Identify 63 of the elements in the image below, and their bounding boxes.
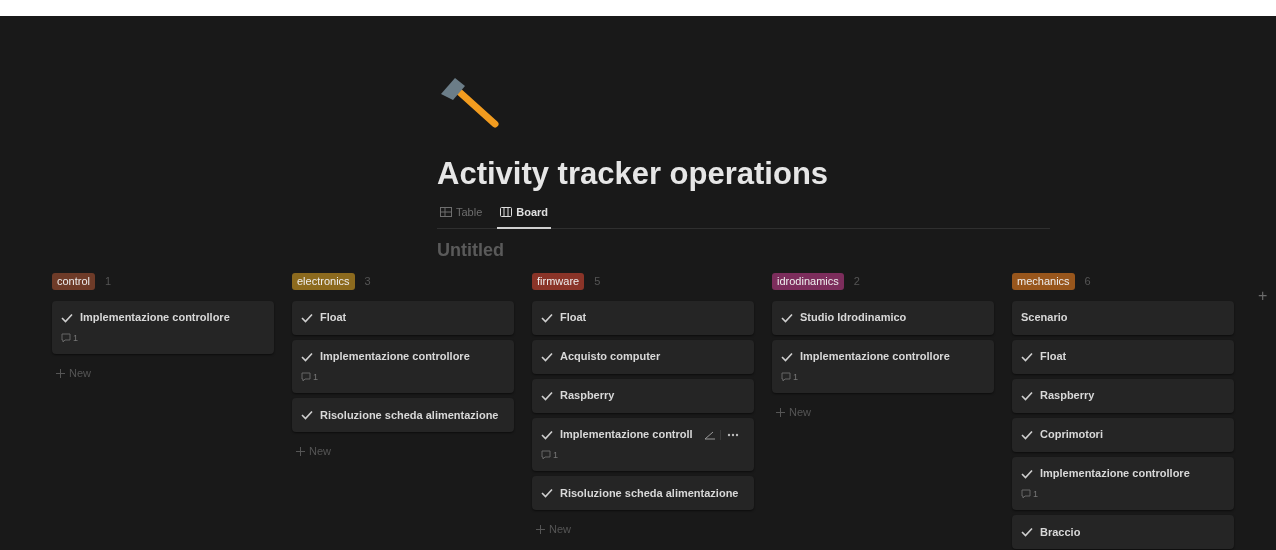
group-count: 2: [853, 274, 860, 290]
comment-count: 1: [73, 331, 78, 345]
comment-count: 1: [313, 370, 318, 384]
group-tag: electronics: [292, 273, 355, 290]
task-card[interactable]: Float: [1012, 339, 1234, 374]
card-title: Risoluzione scheda alimentazione: [320, 407, 499, 423]
group-count: 1: [105, 274, 112, 290]
card-title: Float: [560, 310, 587, 326]
view-tab[interactable]: Table: [437, 198, 486, 229]
card-title: Studio Idrodinamico: [800, 310, 907, 326]
card-title: Implementazione controllore: [80, 310, 230, 326]
card-title: Float: [1040, 349, 1067, 365]
group-count: 5: [594, 274, 601, 290]
task-card[interactable]: Implementazione controllore 1: [52, 300, 274, 354]
task-card[interactable]: Raspberry: [1012, 378, 1234, 413]
card-title: Implementazione controll: [560, 427, 693, 443]
group-tag: idrodinamics: [772, 273, 844, 290]
card-title: Implementazione controllore: [800, 349, 950, 365]
task-card[interactable]: Braccio: [1012, 515, 1234, 549]
view-tab[interactable]: Board: [497, 198, 552, 229]
group-tag: mechanics: [1012, 273, 1075, 290]
task-card[interactable]: Studio Idrodinamico: [772, 300, 994, 335]
task-card[interactable]: Risoluzione scheda alimentazione: [292, 398, 514, 432]
card-title: Acquisto computer: [560, 349, 661, 365]
page-title: Activity tracker operations: [437, 155, 830, 193]
comment-count: 1: [1033, 487, 1038, 501]
task-card[interactable]: Implementazione controll 1: [532, 417, 754, 471]
comment-icon: [781, 372, 791, 383]
task-card[interactable]: Acquisto computer: [532, 339, 754, 374]
plus-icon: [536, 524, 545, 534]
task-card[interactable]: Raspberry: [532, 378, 754, 413]
plus-icon: [776, 407, 785, 417]
card-title: Raspberry: [1040, 388, 1095, 404]
task-card[interactable]: Implementazione controllore 1: [292, 339, 514, 393]
task-card[interactable]: Risoluzione scheda alimentazione: [532, 476, 754, 510]
card-title: Risoluzione scheda alimentazione: [560, 485, 739, 501]
task-card[interactable]: Implementazione controllore 1: [1012, 456, 1234, 510]
comment-icon: [1021, 489, 1031, 500]
comment-icon: [61, 333, 71, 344]
card-title: Coprimotori: [1040, 427, 1103, 443]
group-tag: control: [52, 273, 96, 290]
board-title: Untitled: [437, 238, 505, 262]
comment-count: 1: [553, 448, 558, 462]
task-card[interactable]: Implementazione controllore 1: [772, 339, 994, 393]
plus-icon: [296, 446, 305, 456]
card-title: Implementazione controllore: [320, 349, 470, 365]
card-title: Scenario: [1021, 310, 1068, 326]
task-card[interactable]: Scenario: [1012, 300, 1234, 335]
plus-icon: [56, 368, 65, 378]
comment-count: 1: [793, 370, 798, 384]
board-icon: [500, 207, 513, 218]
group-tag: firmware: [532, 273, 585, 290]
table-icon: [440, 207, 452, 218]
task-card[interactable]: Float: [292, 300, 514, 335]
card-title: Implementazione controllore: [1040, 466, 1190, 482]
group-count: 3: [364, 274, 371, 290]
card-title: Float: [320, 310, 347, 326]
task-card[interactable]: Coprimotori: [1012, 417, 1234, 452]
card-title: Raspberry: [560, 388, 615, 404]
comment-icon: [541, 450, 551, 461]
task-card[interactable]: Float: [532, 300, 754, 335]
card-title: Braccio: [1040, 524, 1081, 540]
comment-icon: [301, 372, 311, 383]
